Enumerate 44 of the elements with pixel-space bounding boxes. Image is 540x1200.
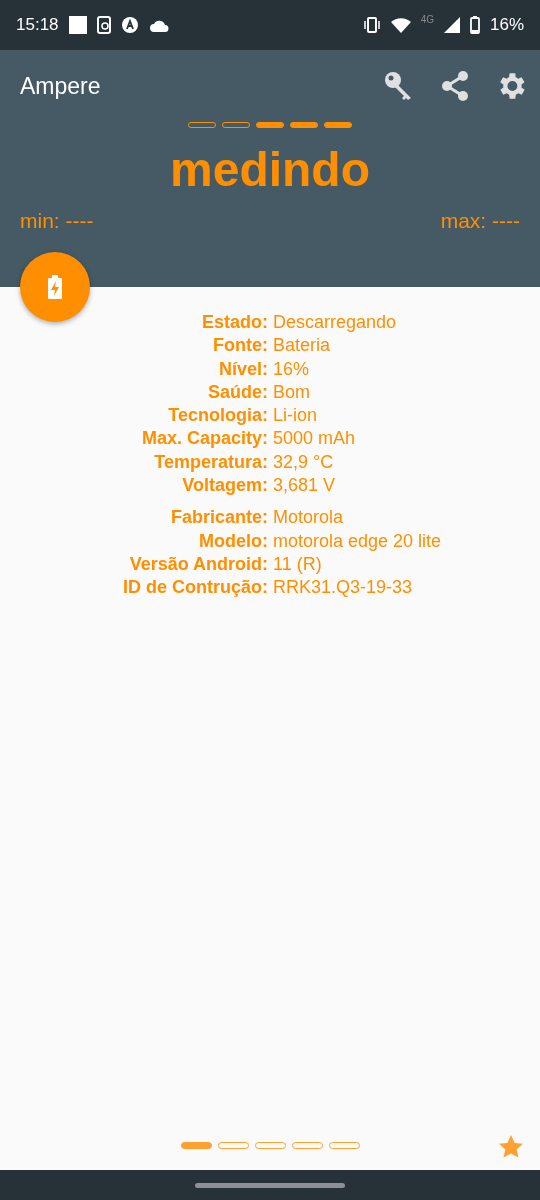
info-label: Tecnologia:	[167, 404, 268, 427]
app-title: Ampere	[20, 72, 102, 100]
info-value: Bateria	[273, 334, 332, 357]
battery-icon	[469, 16, 480, 34]
info-label: ID de Contrução:	[122, 576, 268, 599]
info-label: Estado:	[201, 311, 268, 334]
info-value: Bom	[273, 380, 311, 404]
signal-icon	[443, 17, 460, 33]
battery-charging-icon	[48, 275, 62, 299]
info-label: Nível:	[217, 357, 268, 380]
network-type: 4G	[420, 14, 434, 25]
info-value: 5000 mAh	[273, 427, 357, 450]
info-label: Saúde:	[207, 380, 268, 404]
battery-percent: 16%	[489, 15, 524, 35]
home-handle[interactable]	[195, 1182, 345, 1188]
phone-sync-icon	[96, 16, 111, 34]
wifi-icon	[390, 17, 411, 33]
info-value: 11 (R)	[273, 552, 323, 576]
info-value: RRK31.Q3-19-33	[273, 576, 414, 599]
page-indicator[interactable]	[181, 1141, 212, 1149]
vibrate-icon	[362, 17, 381, 33]
info-value: 16%	[273, 357, 311, 380]
cloud-icon	[148, 18, 169, 32]
info-label: Fabricante:	[169, 506, 268, 529]
letter-circle-icon	[120, 16, 139, 34]
battery-button[interactable]	[20, 252, 90, 322]
info-value: Descarregando	[273, 311, 398, 334]
info-value: 3,681 V	[273, 474, 337, 497]
info-label: Fonte:	[212, 334, 268, 357]
info-label: Modelo:	[198, 529, 268, 552]
info-label: Versão Android:	[128, 552, 268, 576]
measuring-status: medindo	[169, 142, 371, 197]
info-label: Voltagem:	[181, 474, 268, 497]
info-value: Li-ion	[273, 404, 319, 427]
info-value: motorola edge 20 lite	[273, 529, 443, 552]
square-icon	[68, 16, 87, 34]
info-label: Temperatura:	[153, 450, 268, 474]
info-value: 32,9 °C	[273, 450, 335, 474]
clock-time: 15:18	[16, 15, 59, 35]
max-reading: max: ----	[440, 209, 520, 233]
info-label: Max. Capacity:	[140, 427, 268, 450]
star-icon[interactable]	[498, 1134, 524, 1160]
info-value: Motorola	[273, 506, 345, 529]
min-reading: min: ----	[20, 209, 94, 233]
